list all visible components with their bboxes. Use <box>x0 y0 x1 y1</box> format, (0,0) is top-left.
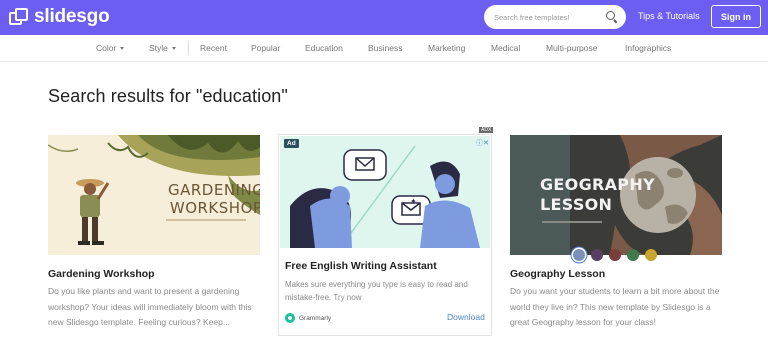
color-swatch[interactable] <box>645 249 657 261</box>
nav-item-education[interactable]: Education <box>305 43 343 53</box>
template-card-gardening: GARDENING WORKSHOP Gardening Workshop Do… <box>48 135 260 327</box>
chevron-down-icon <box>120 47 125 51</box>
card-title[interactable]: Geography Lesson <box>510 268 605 280</box>
page-title: Search results for "education" <box>48 86 288 106</box>
thumbnail-subtitle-placeholder <box>542 221 602 223</box>
top-bar: slidesgo Tips & Tutorials Sign in <box>0 0 768 35</box>
color-swatch[interactable] <box>627 249 639 261</box>
color-filter-dropdown[interactable]: Color <box>96 43 125 53</box>
template-card-geography: GEOGRAPHY LESSON Geography Lesson Do you… <box>510 135 722 327</box>
gardener-illustration <box>76 179 110 245</box>
ad-illustration: ✦ Ad ⓘ✕ <box>280 136 490 248</box>
ad-brand: Grammarly <box>285 313 331 323</box>
slides-logo-icon <box>9 8 29 26</box>
style-filter-dropdown[interactable]: Style <box>149 43 176 53</box>
chat-illustration: ✦ <box>290 145 480 248</box>
search-input[interactable] <box>494 12 606 22</box>
color-swatch[interactable] <box>591 249 603 261</box>
thumbnail-subtitle-placeholder <box>166 219 246 221</box>
search-icon[interactable] <box>606 11 618 23</box>
grammarly-logo-icon <box>285 313 295 323</box>
color-swatch[interactable] <box>609 249 621 261</box>
template-thumbnail[interactable]: GARDENING WORKSHOP <box>48 135 260 255</box>
logo-text: slidesgo <box>34 6 110 27</box>
card-title[interactable]: Gardening Workshop <box>48 268 155 280</box>
thumbnail-title: GEOGRAPHY LESSON <box>540 175 655 215</box>
nav-item-multi-purpose[interactable]: Multi-purpose <box>546 43 598 53</box>
template-thumbnail[interactable]: GEOGRAPHY LESSON <box>510 135 722 255</box>
thumbnail-title-line: LESSON <box>540 195 613 214</box>
color-swatch[interactable] <box>573 249 585 261</box>
ad-brand-name: Grammarly <box>299 314 332 322</box>
ad-info-close-icon[interactable]: ⓘ✕ <box>476 138 489 148</box>
color-filter-label: Color <box>96 43 117 53</box>
thumbnail-title: GARDENING WORKSHOP <box>168 181 260 217</box>
tips-tutorials-link[interactable]: Tips & Tutorials <box>638 11 700 21</box>
nav-item-recent[interactable]: Recent <box>200 43 227 53</box>
card-description: Do you want your students to learn a bit… <box>510 286 720 327</box>
card-description: Do you like plants and want to present a… <box>48 286 252 327</box>
nav-item-medical[interactable]: Medical <box>491 43 520 53</box>
adx-label: ADX <box>479 127 494 133</box>
nav-item-business[interactable]: Business <box>368 43 403 53</box>
svg-text:✦: ✦ <box>410 197 417 206</box>
ad-download-link[interactable]: Download <box>447 312 485 322</box>
style-filter-label: Style <box>149 43 168 53</box>
thumbnail-title-line: GEOGRAPHY <box>540 175 655 194</box>
nav-item-infographics[interactable]: Infographics <box>625 43 671 53</box>
search-box[interactable] <box>484 5 626 29</box>
thumbnail-title-line: GARDENING <box>168 181 260 199</box>
site-logo[interactable]: slidesgo <box>9 6 110 28</box>
ad-badge: Ad <box>284 139 299 148</box>
sign-in-button[interactable]: Sign in <box>711 5 761 28</box>
chevron-down-icon <box>171 47 176 51</box>
ad-description: Makes sure everything you type is easy t… <box>285 280 468 302</box>
nav-item-popular[interactable]: Popular <box>251 43 280 53</box>
ad-card[interactable]: ✦ Ad ⓘ✕ ADX Free English Writing Assista… <box>278 127 494 336</box>
nav-item-marketing[interactable]: Marketing <box>428 43 465 53</box>
color-swatches <box>573 249 657 261</box>
nav-divider <box>188 41 189 55</box>
thumbnail-title-line: WORKSHOP <box>169 199 260 217</box>
ad-title[interactable]: Free English Writing Assistant <box>285 260 437 272</box>
category-nav: Color Style Recent Popular Education Bus… <box>0 35 768 62</box>
